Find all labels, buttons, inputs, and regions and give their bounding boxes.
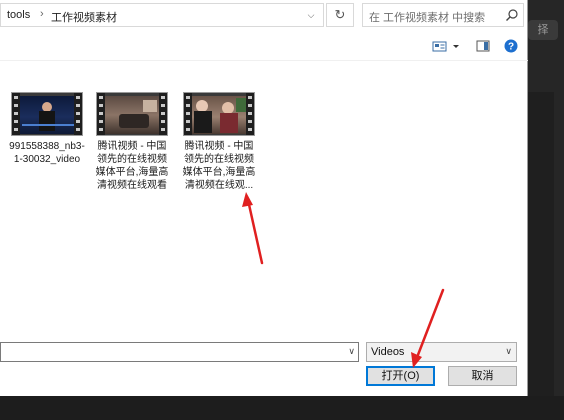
breadcrumb-tools[interactable]: tools <box>7 9 30 21</box>
refresh-button[interactable]: ↻ <box>326 3 354 27</box>
address-bar[interactable]: tools › 工作视频素材 ⌵ <box>0 3 324 27</box>
file-item[interactable]: 腾讯视频 - 中国领先的在线视频媒体平台,海量高清视频在线观... <box>181 92 257 192</box>
file-item[interactable]: 腾讯视频 - 中国领先的在线视频媒体平台,海量高清视频在线观看 <box>94 92 170 192</box>
refresh-icon: ↻ <box>334 7 346 22</box>
file-name-chevron-down-icon[interactable]: ∨ <box>348 346 355 357</box>
breadcrumb-current-folder[interactable]: 工作视频素材 <box>51 9 117 25</box>
search-box[interactable]: 在 工作视频素材 中搜索 <box>362 3 524 27</box>
file-type-chevron-down-icon: ∨ <box>505 346 512 356</box>
open-button[interactable]: 打开(O) <box>366 366 435 386</box>
file-item[interactable]: 991558388_nb3-1-30032_video <box>9 92 85 166</box>
file-type-select[interactable]: Videos ∨ <box>366 342 517 362</box>
file-open-dialog: tools › 工作视频素材 ⌵ ↻ 在 工作视频素材 中搜索 ? 991558… <box>0 0 528 396</box>
video-thumbnail <box>11 92 83 136</box>
file-name: 腾讯视频 - 中国领先的在线视频媒体平台,海量高清视频在线观... <box>182 141 256 191</box>
help-icon[interactable]: ? <box>504 39 518 53</box>
file-name: 991558388_nb3-1-30032_video <box>9 141 85 165</box>
file-type-selected: Videos <box>371 346 405 358</box>
search-input[interactable]: 在 工作视频素材 中搜索 <box>369 9 485 25</box>
file-name-input[interactable]: ∨ <box>0 342 359 362</box>
view-options-chevron-icon[interactable] <box>452 39 460 53</box>
background-strip <box>0 396 564 420</box>
search-icon <box>506 9 518 21</box>
toolbar: ? <box>0 31 528 61</box>
video-thumbnail <box>183 92 255 136</box>
svg-text:?: ? <box>508 42 514 53</box>
file-name: 腾讯视频 - 中国领先的在线视频媒体平台,海量高清视频在线观看 <box>95 141 169 191</box>
background-app-button[interactable]: 择 <box>528 20 558 40</box>
preview-pane-icon[interactable] <box>476 39 490 53</box>
view-options-icon[interactable] <box>432 39 448 53</box>
breadcrumb-separator[interactable]: › <box>40 8 44 20</box>
address-history-chevron-icon[interactable]: ⌵ <box>304 8 318 22</box>
cancel-button[interactable]: 取消 <box>448 366 517 386</box>
video-thumbnail <box>96 92 168 136</box>
background-app-panel <box>528 92 554 396</box>
